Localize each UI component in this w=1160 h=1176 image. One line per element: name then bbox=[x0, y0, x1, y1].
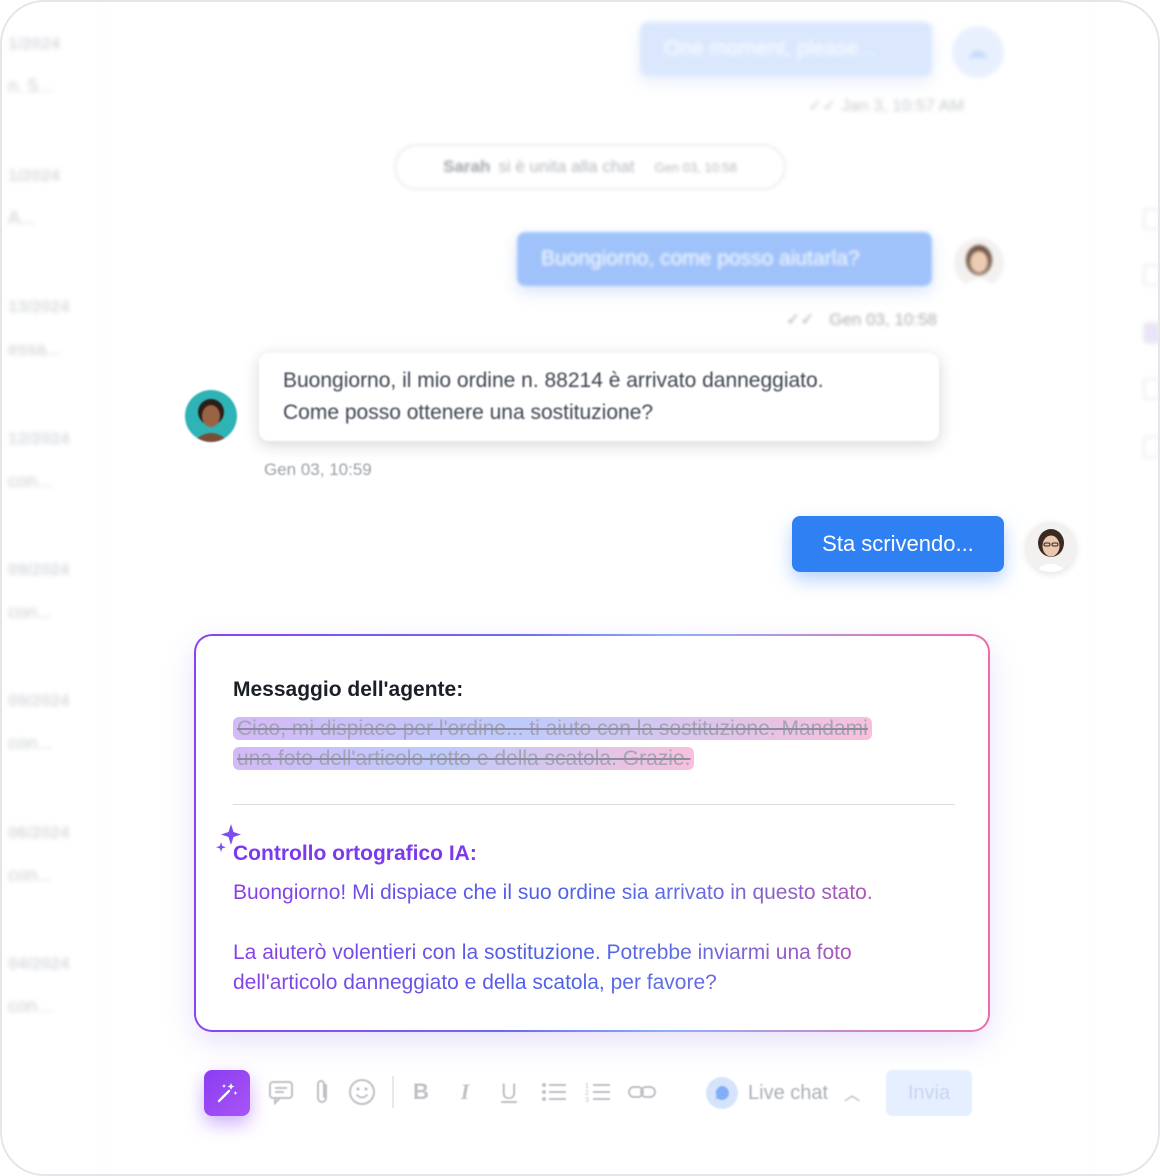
corrected-message[interactable]: Buongiorno! Mi dispiace che il suo ordin… bbox=[233, 878, 963, 908]
underline-icon[interactable]: U bbox=[494, 1076, 524, 1108]
agent-avatar bbox=[954, 238, 1004, 288]
emoji-icon[interactable] bbox=[347, 1076, 377, 1108]
ai-spellcheck-panel: Messaggio dell'agente: Ciao, mi dispiace… bbox=[194, 634, 990, 1032]
panel-icon bbox=[1143, 264, 1158, 286]
link-icon[interactable] bbox=[627, 1076, 657, 1108]
panel-icon bbox=[1143, 436, 1158, 458]
panel-icon bbox=[1143, 378, 1158, 400]
typing-indicator: Sta scrivendo... bbox=[792, 516, 1004, 572]
comment-icon[interactable] bbox=[266, 1076, 296, 1108]
flag-icon bbox=[1143, 322, 1158, 344]
conversation-item[interactable]: 09/2024 con... bbox=[8, 560, 98, 623]
svg-text:3: 3 bbox=[585, 1097, 589, 1103]
agent-message-bubble: One moment, please... bbox=[640, 22, 932, 76]
conversation-item[interactable]: 12/2024 con... bbox=[8, 429, 98, 492]
customer-avatar bbox=[185, 390, 237, 442]
double-check-icon: ✓✓ bbox=[808, 96, 837, 115]
italic-icon[interactable]: I bbox=[450, 1076, 480, 1108]
conversation-sidebar: 1/2024 n. 5... 1/2024 A... 13/2024 essa.… bbox=[2, 2, 102, 1174]
channel-selector[interactable]: Live chat ︿ bbox=[706, 1074, 860, 1112]
agent-avatar bbox=[1026, 522, 1076, 572]
chevron-up-icon: ︿ bbox=[844, 1087, 861, 1104]
svg-text:2: 2 bbox=[585, 1090, 589, 1097]
customer-message-bubble: Buongiorno, il mio ordine n. 88214 è arr… bbox=[259, 353, 939, 441]
conversation-item[interactable]: 06/2024 con... bbox=[8, 823, 98, 886]
double-check-icon: ✓✓ bbox=[786, 310, 815, 329]
magic-wand-icon bbox=[217, 1083, 238, 1103]
divider bbox=[233, 804, 955, 805]
toolbar-separator bbox=[392, 1076, 394, 1108]
message-timestamp: Gen 03, 10:59 bbox=[264, 460, 372, 479]
bullet-list-icon[interactable] bbox=[539, 1076, 569, 1108]
agent-message-label: Messaggio dell'agente: bbox=[233, 678, 464, 701]
original-agent-message: Ciao, mi dispiace per l'ordine... ti aiu… bbox=[233, 714, 953, 774]
message-timestamp: ✓✓ Jan 3, 10:57 AM bbox=[808, 96, 965, 115]
send-button[interactable]: Invia bbox=[886, 1070, 972, 1116]
ai-spellcheck-title: Controllo ortografico IA: bbox=[233, 842, 477, 865]
conversation-item[interactable]: 04/2024 con... bbox=[8, 954, 98, 1017]
ai-magic-wand-button[interactable] bbox=[204, 1070, 250, 1116]
corrected-message[interactable]: La aiuterò volentieri con la sostituzion… bbox=[233, 938, 963, 998]
agent-message-bubble: Buongiorno, come posso aiutarla? bbox=[517, 232, 932, 286]
message-timestamp: ✓✓ Gen 03, 10:58 bbox=[786, 310, 937, 329]
bold-icon[interactable]: B bbox=[406, 1076, 436, 1108]
chat-bubble-icon bbox=[706, 1077, 738, 1109]
numbered-list-icon[interactable]: 123 bbox=[583, 1076, 613, 1108]
svg-text:1: 1 bbox=[585, 1083, 589, 1090]
panel-icon bbox=[1143, 208, 1158, 230]
bot-avatar bbox=[952, 26, 1004, 78]
conversation-item[interactable]: 1/2024 n. 5... bbox=[8, 34, 98, 97]
details-panel bbox=[1090, 2, 1158, 1174]
conversation-item[interactable]: 1/2024 A... bbox=[8, 166, 98, 229]
system-message: Sarah si è unita alla chat Gen 03, 10:58 bbox=[394, 144, 786, 190]
paperclip-icon[interactable] bbox=[307, 1076, 337, 1108]
app-window: 1/2024 n. 5... 1/2024 A... 13/2024 essa.… bbox=[0, 0, 1160, 1176]
conversation-item[interactable]: 13/2024 essa... bbox=[8, 297, 98, 360]
conversation-item[interactable]: 09/2024 con... bbox=[8, 691, 98, 754]
